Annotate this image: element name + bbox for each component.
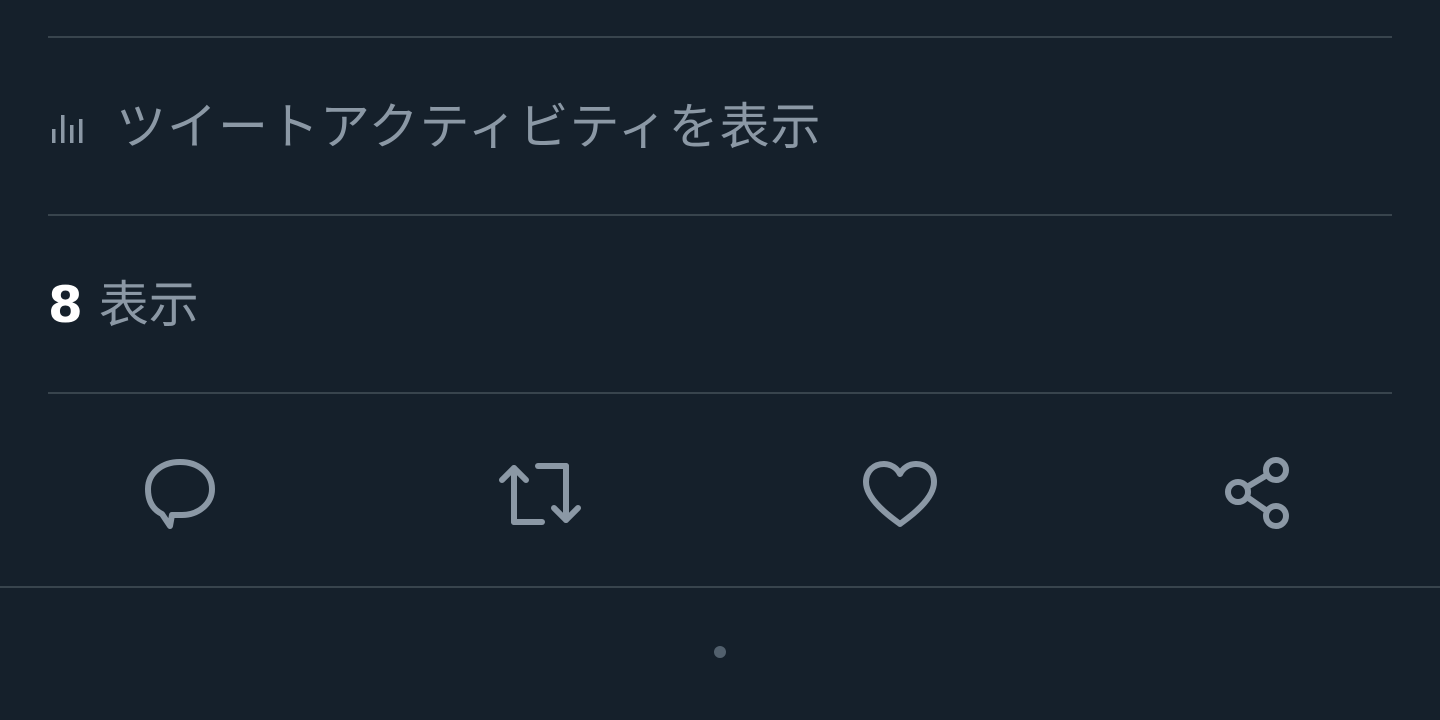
retweet-button[interactable]	[492, 446, 588, 542]
share-button[interactable]	[1210, 446, 1306, 542]
tweet-detail-footer: ツイートアクティビティを表示 8 表示	[0, 0, 1440, 720]
divider-top	[48, 36, 1392, 38]
action-bar	[0, 396, 1440, 586]
views-label: 表示	[98, 276, 199, 334]
divider-bottom	[48, 392, 1392, 394]
views-count: 8	[48, 276, 83, 334]
divider-section-end	[0, 586, 1440, 588]
heart-icon	[860, 458, 940, 530]
bar-chart-icon	[48, 105, 92, 149]
loading-indicator-dot	[714, 646, 726, 658]
comment-icon	[140, 456, 220, 532]
reply-button[interactable]	[132, 446, 228, 542]
views-stat: 8 表示	[48, 218, 199, 392]
tweet-activity-link[interactable]: ツイートアクティビティを表示	[48, 40, 1392, 214]
divider-middle	[48, 214, 1392, 216]
retweet-icon	[494, 458, 586, 530]
tweet-activity-label: ツイートアクティビティを表示	[116, 98, 822, 156]
like-button[interactable]	[852, 446, 948, 542]
share-icon	[1220, 454, 1296, 534]
